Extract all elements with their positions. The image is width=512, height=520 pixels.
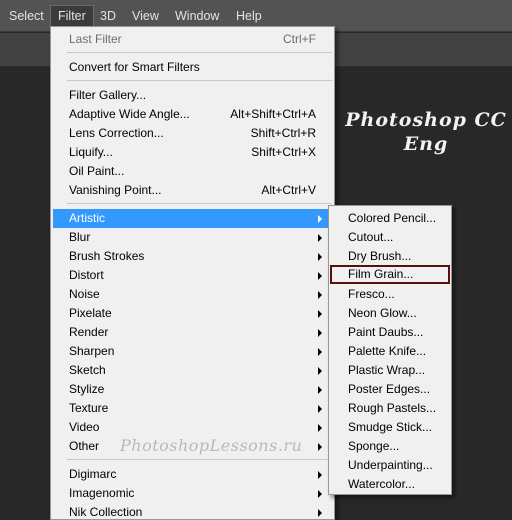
- menu-item-label: Texture: [69, 401, 109, 415]
- menu-item-texture[interactable]: Texture: [53, 399, 332, 418]
- submenu-item-sponge[interactable]: Sponge...: [330, 437, 450, 456]
- menu-item-label: Noise: [69, 287, 100, 301]
- submenu-item-plastic-wrap[interactable]: Plastic Wrap...: [330, 361, 450, 380]
- menu-item-shortcut: Ctrl+F: [283, 32, 316, 46]
- menu-item-label: Pixelate: [69, 306, 112, 320]
- menu-item-label: Oil Paint...: [69, 164, 125, 178]
- submenu-item-colored-pencil[interactable]: Colored Pencil...: [330, 209, 450, 228]
- submenu-arrow-icon: [318, 329, 322, 337]
- submenu-arrow-icon: [318, 405, 322, 413]
- menu-item-adaptive-wide-angle[interactable]: Adaptive Wide Angle... Alt+Shift+Ctrl+A: [53, 105, 332, 124]
- menu-item-oil-paint[interactable]: Oil Paint...: [53, 162, 332, 181]
- submenu-arrow-icon: [318, 234, 322, 242]
- menu-item-label: Imagenomic: [69, 486, 135, 500]
- menu-item-pixelate[interactable]: Pixelate: [53, 304, 332, 323]
- submenu-item-fresco[interactable]: Fresco...: [330, 285, 450, 304]
- menu-item-lens-correction[interactable]: Lens Correction... Shift+Ctrl+R: [53, 124, 332, 143]
- submenu-item-smudge-stick[interactable]: Smudge Stick...: [330, 418, 450, 437]
- menu-item-video[interactable]: Video: [53, 418, 332, 437]
- submenu-arrow-icon: [318, 509, 322, 517]
- submenu-item-dry-brush[interactable]: Dry Brush...: [330, 247, 450, 266]
- menu-item-label: Convert for Smart Filters: [69, 60, 200, 74]
- menu-item-filter-gallery[interactable]: Filter Gallery...: [53, 86, 332, 105]
- menu-item-label: Adaptive Wide Angle...: [69, 107, 190, 121]
- menu-3d[interactable]: 3D: [93, 5, 123, 27]
- submenu-item-paint-daubs[interactable]: Paint Daubs...: [330, 323, 450, 342]
- submenu-arrow-icon: [318, 348, 322, 356]
- submenu-arrow-icon: [318, 367, 322, 375]
- menu-item-artistic[interactable]: Artistic: [53, 209, 332, 228]
- menu-item-label: Digimarc: [69, 467, 117, 481]
- menu-item-label: Render: [69, 325, 109, 339]
- menu-item-nik-collection[interactable]: Nik Collection: [53, 503, 332, 520]
- submenu-arrow-icon: [318, 215, 322, 223]
- menu-separator: [67, 52, 332, 53]
- menu-separator: [67, 459, 332, 460]
- menu-item-last-filter: Last Filter Ctrl+F: [53, 30, 332, 49]
- menu-item-render[interactable]: Render: [53, 323, 332, 342]
- menu-item-label: Filter Gallery...: [69, 88, 147, 102]
- submenu-arrow-icon: [318, 386, 322, 394]
- brand-title: Photoshop CC Eng: [340, 108, 512, 156]
- watermark: PhotoshopLessons.ru: [120, 436, 303, 455]
- submenu-item-poster-edges[interactable]: Poster Edges...: [330, 380, 450, 399]
- menu-item-label: Liquify...: [69, 145, 113, 159]
- submenu-arrow-icon: [318, 272, 322, 280]
- menu-help[interactable]: Help: [229, 5, 269, 27]
- brand-line-2: Eng: [403, 133, 449, 155]
- submenu-item-palette-knife[interactable]: Palette Knife...: [330, 342, 450, 361]
- menu-select[interactable]: Select: [2, 5, 51, 27]
- menu-item-sharpen[interactable]: Sharpen: [53, 342, 332, 361]
- submenu-item-cutout[interactable]: Cutout...: [330, 228, 450, 247]
- menu-item-shortcut: Shift+Ctrl+R: [250, 126, 316, 140]
- submenu-item-watercolor[interactable]: Watercolor...: [330, 475, 450, 494]
- menu-item-label: Sketch: [69, 363, 106, 377]
- menu-item-stylize[interactable]: Stylize: [53, 380, 332, 399]
- menu-item-label: Distort: [69, 268, 104, 282]
- submenu-item-rough-pastels[interactable]: Rough Pastels...: [330, 399, 450, 418]
- menu-window[interactable]: Window: [168, 5, 226, 27]
- menu-item-label: Brush Strokes: [69, 249, 145, 263]
- brand-line-1: Photoshop CC: [345, 109, 507, 131]
- submenu-arrow-icon: [318, 443, 322, 451]
- submenu-item-film-grain[interactable]: Film Grain...: [330, 265, 450, 284]
- submenu-arrow-icon: [318, 424, 322, 432]
- menu-item-imagenomic[interactable]: Imagenomic: [53, 484, 332, 503]
- menu-separator: [67, 203, 332, 204]
- menu-separator: [67, 80, 332, 81]
- menu-item-vanishing-point[interactable]: Vanishing Point... Alt+Ctrl+V: [53, 181, 332, 200]
- submenu-arrow-icon: [318, 310, 322, 318]
- menu-item-liquify[interactable]: Liquify... Shift+Ctrl+X: [53, 143, 332, 162]
- menu-item-noise[interactable]: Noise: [53, 285, 332, 304]
- submenu-item-underpainting[interactable]: Underpainting...: [330, 456, 450, 475]
- artistic-submenu: Colored Pencil... Cutout... Dry Brush...…: [328, 205, 452, 495]
- menu-item-brush-strokes[interactable]: Brush Strokes: [53, 247, 332, 266]
- menu-item-label: Blur: [69, 230, 91, 244]
- menu-item-label: Stylize: [69, 382, 105, 396]
- menu-filter[interactable]: Filter: [50, 5, 94, 27]
- menu-item-digimarc[interactable]: Digimarc: [53, 465, 332, 484]
- menu-item-blur[interactable]: Blur: [53, 228, 332, 247]
- menu-item-shortcut: Shift+Ctrl+X: [251, 145, 316, 159]
- menu-item-label: Lens Correction...: [69, 126, 164, 140]
- submenu-arrow-icon: [318, 490, 322, 498]
- menu-item-shortcut: Alt+Ctrl+V: [261, 183, 316, 197]
- menu-view[interactable]: View: [125, 5, 166, 27]
- submenu-arrow-icon: [318, 291, 322, 299]
- menu-item-label: Last Filter: [69, 32, 122, 46]
- menu-item-label: Other: [69, 439, 100, 453]
- menu-item-shortcut: Alt+Shift+Ctrl+A: [230, 107, 316, 121]
- submenu-item-neon-glow[interactable]: Neon Glow...: [330, 304, 450, 323]
- menu-item-label: Video: [69, 420, 100, 434]
- menu-item-sketch[interactable]: Sketch: [53, 361, 332, 380]
- menu-item-label: Vanishing Point...: [69, 183, 162, 197]
- menu-item-convert-smart-filters[interactable]: Convert for Smart Filters: [53, 58, 332, 77]
- menu-item-label: Artistic: [69, 211, 105, 225]
- submenu-arrow-icon: [318, 471, 322, 479]
- menu-item-label: Nik Collection: [69, 505, 143, 519]
- menu-item-distort[interactable]: Distort: [53, 266, 332, 285]
- submenu-arrow-icon: [318, 253, 322, 261]
- menu-item-label: Sharpen: [69, 344, 115, 358]
